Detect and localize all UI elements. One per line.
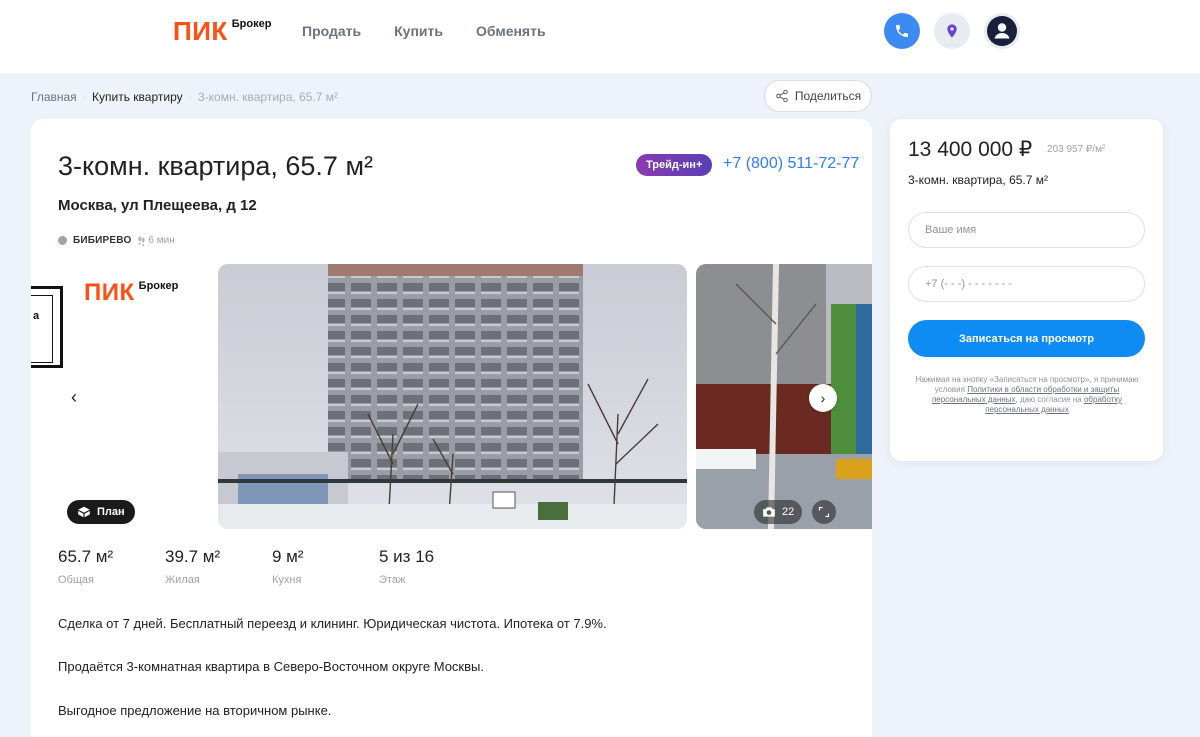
spec-kitchen-area: 9 м² Кухня: [272, 547, 379, 586]
spec-label: Общая: [58, 574, 94, 586]
spec-living-area: 39.7 м² Жилая: [165, 547, 272, 586]
yard-photo: [696, 264, 872, 529]
book-viewing-button[interactable]: Записаться на просмотр: [908, 320, 1145, 357]
spec-value: 5 из 16: [379, 547, 435, 566]
plan-room-letter: a: [33, 310, 40, 322]
site-logo[interactable]: ПИК Брокер: [173, 17, 271, 45]
nav-sell[interactable]: Продать: [302, 22, 361, 40]
metro-name: БИБИРЕВО: [73, 235, 132, 246]
price-per-meter: 203 957 ₽/м²: [1047, 144, 1106, 155]
phone-input[interactable]: [908, 266, 1145, 302]
booking-panel: 13 400 000 ₽ 203 957 ₽/м² 3-комн. кварти…: [890, 119, 1163, 461]
fullscreen-button[interactable]: [812, 500, 836, 524]
spec-total-area: 65.7 м² Общая: [58, 547, 165, 586]
share-icon: [776, 89, 788, 103]
user-avatar-icon: [987, 16, 1017, 46]
gallery-photo-yard[interactable]: [696, 264, 872, 529]
walking-icon: [138, 235, 146, 246]
description-paragraph: Выгодное предложение на вторичном рынке.: [58, 703, 332, 718]
spec-value: 9 м²: [272, 547, 304, 566]
photo-count-button[interactable]: 22: [754, 500, 803, 524]
breadcrumb-separator: ·: [82, 91, 87, 103]
breadcrumb: Главная · Купить квартиру · 3-комн. квар…: [31, 90, 338, 104]
logo-pik: ПИК: [173, 16, 228, 46]
walk-time: 6 мин: [137, 235, 175, 246]
spec-label: Жилая: [165, 574, 200, 586]
breadcrumb-home[interactable]: Главная: [31, 90, 77, 104]
panel-subtitle: 3-комн. квартира, 65.7 м²: [908, 173, 1048, 187]
cube-icon: [78, 506, 90, 518]
spec-value: 39.7 м²: [165, 547, 221, 566]
location-pin-icon: [947, 24, 957, 38]
building-photo: [218, 264, 687, 529]
spec-label: Кухня: [272, 574, 302, 586]
nav-exchange[interactable]: Обменять: [476, 22, 546, 40]
site-header: ПИК Брокер Продать Купить Обменять: [0, 0, 1200, 73]
apartment-specs: 65.7 м² Общая 39.7 м² Жилая 9 м² Кухня 5…: [58, 547, 486, 586]
photo-count: 22: [782, 506, 795, 518]
description-paragraph: Сделка от 7 дней. Бесплатный переезд и к…: [58, 616, 607, 631]
plan-logo-pik: ПИК: [84, 279, 135, 306]
camera-icon: [763, 507, 775, 517]
share-label: Поделиться: [794, 89, 862, 103]
gallery-plan-slide[interactable]: a ПИК Брокер План: [31, 264, 211, 529]
plan-logo: ПИК Брокер: [84, 279, 178, 307]
price: 13 400 000 ₽: [908, 138, 1033, 161]
name-input[interactable]: [908, 212, 1145, 248]
gallery-photo-building[interactable]: [218, 264, 687, 529]
breadcrumb-current: 3-комн. квартира, 65.7 м²: [197, 90, 338, 104]
description-paragraph: Продаётся 3-комнатная квартира в Северо-…: [58, 659, 484, 674]
gallery-next-button[interactable]: ›: [809, 384, 837, 412]
call-button[interactable]: [884, 13, 920, 49]
legal-notice: Нажимая на кнопку «Записаться на просмот…: [915, 375, 1139, 414]
main-nav: Продать Купить Обменять: [302, 22, 546, 40]
expand-icon: [818, 506, 830, 518]
walk-minutes: 6 мин: [148, 235, 175, 246]
nav-buy[interactable]: Купить: [394, 22, 443, 40]
spec-value: 65.7 м²: [58, 547, 114, 566]
phone-icon: [896, 25, 908, 37]
plan-label: План: [97, 506, 125, 518]
floor-plan-drawing: [31, 286, 63, 368]
breadcrumb-buy[interactable]: Купить квартиру: [92, 90, 183, 104]
trade-in-badge[interactable]: Трейд-ин+: [636, 154, 713, 176]
contact-phone-link[interactable]: +7 (800) 511-72-77: [723, 155, 859, 173]
spec-label: Этаж: [379, 574, 406, 586]
page-title: 3-комн. квартира, 65.7 м²: [58, 151, 373, 181]
logo-broker: Брокер: [231, 18, 272, 30]
share-button[interactable]: Поделиться: [764, 80, 872, 112]
plan-button[interactable]: План: [67, 500, 135, 524]
plan-logo-broker: Брокер: [138, 280, 179, 292]
listing-address: Москва, ул Плещеева, д 12: [58, 197, 257, 214]
gallery-prev-button[interactable]: ‹: [71, 387, 77, 408]
breadcrumb-separator: ·: [188, 91, 192, 103]
profile-button[interactable]: [984, 13, 1020, 49]
listing-card: 3-комн. квартира, 65.7 м² Трейд-ин+ +7 (…: [31, 119, 872, 737]
metro-line-dot: [58, 236, 67, 245]
spec-floor: 5 из 16 Этаж: [379, 547, 486, 586]
location-button[interactable]: [934, 13, 970, 49]
metro-station: БИБИРЕВО 6 мин: [58, 235, 175, 246]
